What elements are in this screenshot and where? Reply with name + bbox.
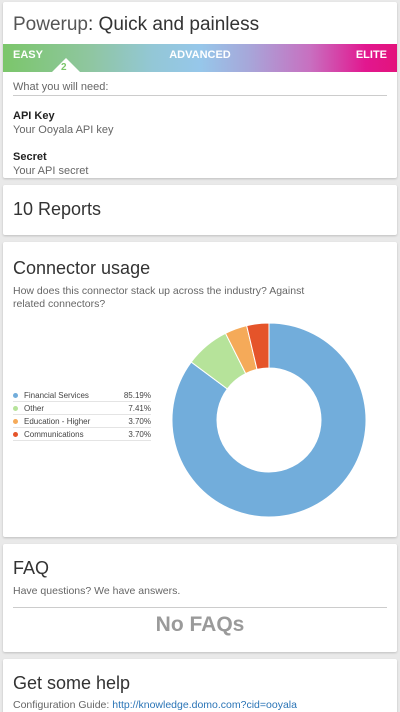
- legend-value: 7.41%: [128, 403, 151, 413]
- legend-value: 85.19%: [123, 390, 151, 400]
- usage-donut-chart: [171, 322, 367, 518]
- powerup-card: Powerup: Quick and painless EASY ADVANCE…: [3, 2, 397, 178]
- legend-label: Communications: [24, 429, 84, 439]
- difficulty-easy-label: EASY: [13, 49, 43, 61]
- difficulty-bar: EASY ADVANCED ELITE 2: [3, 44, 397, 73]
- reports-title[interactable]: 10 Reports: [3, 185, 397, 234]
- faq-title: FAQ: [13, 558, 50, 578]
- legend-label: Education - Higher: [24, 416, 91, 426]
- difficulty-level: 2: [61, 62, 67, 73]
- legend-item[interactable]: Financial Services 85.19%: [13, 389, 151, 402]
- help-title: Get some help: [13, 673, 131, 693]
- difficulty-advanced-label: ADVANCED: [169, 49, 231, 61]
- powerup-title: Powerup: Quick and painless: [3, 2, 397, 44]
- connector-usage-title: Connector usage: [13, 258, 151, 278]
- legend-value: 3.70%: [128, 429, 151, 439]
- legend-label: Financial Services: [24, 390, 89, 400]
- legend-swatch: [13, 431, 18, 437]
- legend-item[interactable]: Education - Higher 3.70%: [13, 415, 151, 428]
- legend-item[interactable]: Communications 3.70%: [13, 428, 151, 441]
- legend-swatch: [13, 418, 18, 424]
- help-card: Get some help Configuration Guide: http:…: [3, 659, 397, 712]
- help-guide-label: Configuration Guide:: [13, 699, 113, 711]
- reports-card[interactable]: 10 Reports: [3, 185, 397, 235]
- connector-usage-subtitle: How does this connector stack up across …: [13, 285, 305, 310]
- legend-swatch: [13, 405, 18, 411]
- requirement-secret: Secret Your API secret: [3, 137, 397, 178]
- help-guide-link[interactable]: http://knowledge.domo.com?cid=ooyala: [112, 699, 297, 711]
- faq-empty-state: No FAQs: [155, 613, 245, 636]
- legend-label: Other: [24, 403, 45, 413]
- legend-value: 3.70%: [128, 416, 151, 426]
- chart-legend: Financial Services 85.19% Other 7.41% Educat…: [13, 389, 151, 441]
- powerup-title-rest: : Quick and painless: [88, 14, 260, 35]
- difficulty-elite-label: ELITE: [355, 49, 387, 61]
- requirement-desc: Your API secret: [13, 165, 89, 177]
- help-guide-line: Configuration Guide: http://knowledge.do…: [3, 693, 397, 711]
- powerup-title-prefix: Powerup: [13, 14, 88, 35]
- requirement-desc: Your Ooyala API key: [13, 124, 114, 136]
- connector-usage-card: Connector usage How does this connector …: [3, 242, 397, 537]
- requirement-api-key: API Key Your Ooyala API key: [3, 96, 397, 137]
- legend-item[interactable]: Other 7.41%: [13, 402, 151, 415]
- legend-swatch: [13, 392, 18, 398]
- requirement-name: Secret: [13, 151, 47, 163]
- requirement-name: API Key: [13, 110, 55, 122]
- requirements-heading: What you will need:: [13, 72, 387, 96]
- faq-subtitle: Have questions? We have answers.: [13, 585, 181, 597]
- faq-card: FAQ Have questions? We have answers. No …: [3, 544, 397, 652]
